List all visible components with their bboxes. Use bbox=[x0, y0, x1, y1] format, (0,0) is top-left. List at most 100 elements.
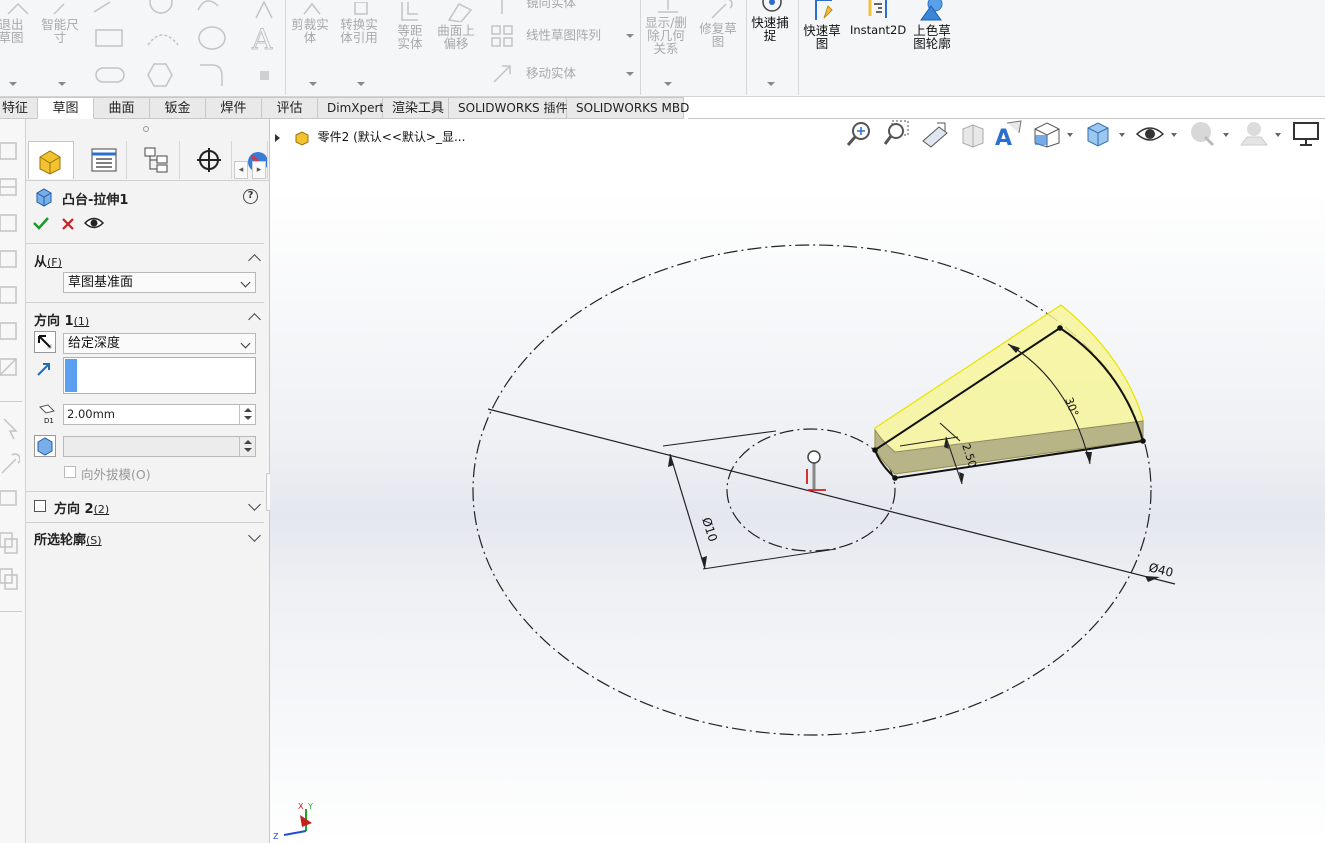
arc-tool-icon[interactable] bbox=[196, 0, 226, 14]
boundary-boss-icon[interactable] bbox=[0, 283, 20, 309]
sketch-point[interactable] bbox=[1057, 325, 1063, 331]
exit-sketch-label: 退出草图 bbox=[0, 17, 24, 45]
paste-icon[interactable] bbox=[0, 567, 20, 593]
fillet-tool-icon[interactable] bbox=[198, 62, 244, 88]
quick-snaps-button[interactable]: 快速捕捉 bbox=[750, 0, 794, 42]
tab-configuration-manager[interactable] bbox=[134, 141, 180, 179]
panel-drag-handle[interactable] bbox=[143, 126, 149, 132]
sketch-point[interactable] bbox=[872, 447, 878, 453]
rectangle-tool-icon[interactable] bbox=[94, 27, 134, 49]
tab-features[interactable]: 特征 bbox=[0, 97, 38, 119]
revolve-cut-icon[interactable] bbox=[0, 355, 20, 381]
instant2d-button[interactable]: Instant2D bbox=[850, 0, 906, 37]
shaded-sketch-contours-button[interactable]: 上色草图轮廓 bbox=[910, 0, 954, 50]
sketch-point[interactable] bbox=[892, 475, 898, 481]
copy-icon[interactable] bbox=[0, 531, 20, 557]
tab-dimxpert[interactable]: DimXpert bbox=[318, 97, 384, 119]
cancel-x-icon[interactable] bbox=[60, 216, 76, 232]
draft-outward-checkbox[interactable] bbox=[64, 466, 76, 478]
small-diameter-dim-label[interactable]: Ø10 bbox=[699, 516, 720, 544]
text-tool-icon[interactable] bbox=[252, 0, 276, 20]
dropdown-caret-icon[interactable] bbox=[664, 82, 672, 86]
reverse-direction-button[interactable] bbox=[34, 331, 56, 353]
tab-property-manager[interactable] bbox=[81, 141, 127, 179]
graphics-area[interactable]: 零件2 (默认<<默认>_显... A Ø10 Ø40 30° 2.50 X Y… bbox=[270, 119, 1325, 843]
exit-sketch-button[interactable]: 退出草图 bbox=[0, 2, 36, 44]
ok-check-icon[interactable] bbox=[32, 215, 50, 231]
direction2-section-header[interactable]: 方向 2(2) bbox=[54, 498, 109, 517]
revolve-boss-icon[interactable] bbox=[0, 175, 20, 201]
dropdown-caret-icon[interactable] bbox=[309, 82, 317, 86]
from-section-header[interactable]: 从(F) bbox=[34, 251, 62, 270]
end-condition-select[interactable]: 给定深度 bbox=[63, 333, 256, 354]
direction-of-extrusion-field[interactable] bbox=[63, 357, 256, 394]
line-tool-icon[interactable] bbox=[92, 0, 116, 14]
rapid-sketch-button[interactable]: 快速草图 bbox=[802, 0, 846, 50]
display-delete-relations-button[interactable]: 显示/删除几何关系 bbox=[644, 0, 692, 55]
shaded-sketch-icon bbox=[920, 0, 943, 21]
ellipse-tool-icon[interactable] bbox=[196, 25, 246, 51]
repair-wrench-icon[interactable] bbox=[0, 451, 20, 477]
depth-spinner-buttons[interactable] bbox=[239, 405, 255, 424]
dropdown-caret-icon[interactable] bbox=[357, 82, 365, 86]
tab-feature-manager[interactable] bbox=[28, 141, 74, 179]
expand-direction2-chevron-icon[interactable] bbox=[248, 498, 261, 511]
dropdown-caret-icon[interactable] bbox=[767, 82, 775, 86]
straight-slot-tool-icon[interactable] bbox=[94, 64, 134, 86]
tab-surfaces[interactable]: 曲面 bbox=[94, 97, 150, 119]
dropdown-caret-icon[interactable] bbox=[626, 34, 634, 38]
tab-weldments[interactable]: 焊件 bbox=[206, 97, 262, 119]
preview-eye-icon[interactable] bbox=[84, 215, 104, 231]
select-arrow-icon[interactable] bbox=[0, 415, 20, 441]
tab-dimxpert-manager[interactable] bbox=[186, 141, 232, 179]
draft-spinner-buttons[interactable] bbox=[239, 437, 255, 456]
scroll-left-button[interactable]: ◂ bbox=[234, 161, 248, 179]
from-start-condition-select[interactable]: 草图基准面 bbox=[63, 272, 256, 293]
tab-evaluate[interactable]: 评估 bbox=[262, 97, 318, 119]
convert-entities-button[interactable]: 转换实体引用 bbox=[339, 2, 383, 44]
surface-offset-button[interactable]: 曲面上偏移 bbox=[436, 0, 482, 50]
direction2-checkbox[interactable] bbox=[34, 500, 46, 512]
tab-solidworks-mbd[interactable]: SOLIDWORKS MBD bbox=[567, 97, 689, 119]
linear-pattern-button[interactable]: 线性草图阵列 bbox=[490, 24, 601, 48]
sketch-point[interactable] bbox=[1140, 438, 1146, 444]
dropdown-caret-icon[interactable] bbox=[58, 82, 66, 86]
dropdown-caret-icon[interactable] bbox=[626, 72, 634, 76]
mirror-entities-button[interactable]: 镜向实体 bbox=[490, 0, 576, 14]
draft-toggle-button[interactable] bbox=[34, 435, 56, 457]
selected-contours-section-header[interactable]: 所选轮廓(S) bbox=[34, 529, 102, 548]
tab-solidworks-addins[interactable]: SOLIDWORKS 插件 bbox=[449, 97, 567, 119]
extrude-cut-icon[interactable] bbox=[0, 319, 20, 345]
expand-contours-chevron-icon[interactable] bbox=[248, 529, 261, 542]
dimxpert-manager-icon bbox=[196, 148, 221, 172]
smart-dimension-button[interactable]: 智能尺寸 bbox=[40, 2, 84, 44]
collapse-direction1-chevron-icon[interactable] bbox=[248, 313, 261, 326]
slot-arc-tool-icon[interactable] bbox=[144, 27, 190, 49]
loft-boss-icon[interactable] bbox=[0, 247, 20, 273]
extrude-boss-icon[interactable] bbox=[0, 139, 20, 165]
tab-render-tools[interactable]: 渲染工具 bbox=[383, 97, 449, 119]
tab-sheet-metal[interactable]: 钣金 bbox=[150, 97, 206, 119]
sweep-boss-icon[interactable] bbox=[0, 211, 20, 237]
origin-marker-icon[interactable] bbox=[807, 450, 821, 464]
move-entities-button[interactable]: 移动实体 bbox=[490, 62, 576, 86]
trim-entities-button[interactable]: 剪裁实体 bbox=[290, 2, 334, 44]
collapse-from-chevron-icon[interactable] bbox=[248, 254, 261, 267]
help-icon[interactable]: ? bbox=[243, 189, 258, 204]
text-a-tool-icon[interactable]: A bbox=[250, 23, 280, 53]
solidworks-window: 退出草图 智能尺寸 A 剪裁实体 转换实体引用 等距实体 曲面上偏移 镜向实体 … bbox=[0, 0, 1325, 843]
offset-label: 等距实体 bbox=[397, 23, 423, 51]
depth-input[interactable]: 2.00mm bbox=[63, 404, 256, 425]
draft-angle-input[interactable] bbox=[63, 436, 256, 457]
tab-sketch[interactable]: 草图 bbox=[38, 97, 94, 119]
direction1-heading: 方向 1 bbox=[34, 314, 74, 329]
offset-entities-button[interactable]: 等距实体 bbox=[388, 0, 432, 50]
rectangle-select-icon[interactable] bbox=[0, 487, 20, 513]
circle-tool-icon[interactable] bbox=[146, 0, 176, 14]
dropdown-caret-icon[interactable] bbox=[9, 82, 17, 86]
direction1-section-header[interactable]: 方向 1(1) bbox=[34, 310, 89, 329]
scroll-right-button[interactable]: ▸ bbox=[252, 161, 266, 179]
repair-sketch-button[interactable]: 修复草图 bbox=[698, 0, 742, 48]
polygon-tool-icon[interactable] bbox=[146, 62, 176, 88]
point-tool-icon[interactable] bbox=[258, 69, 272, 83]
